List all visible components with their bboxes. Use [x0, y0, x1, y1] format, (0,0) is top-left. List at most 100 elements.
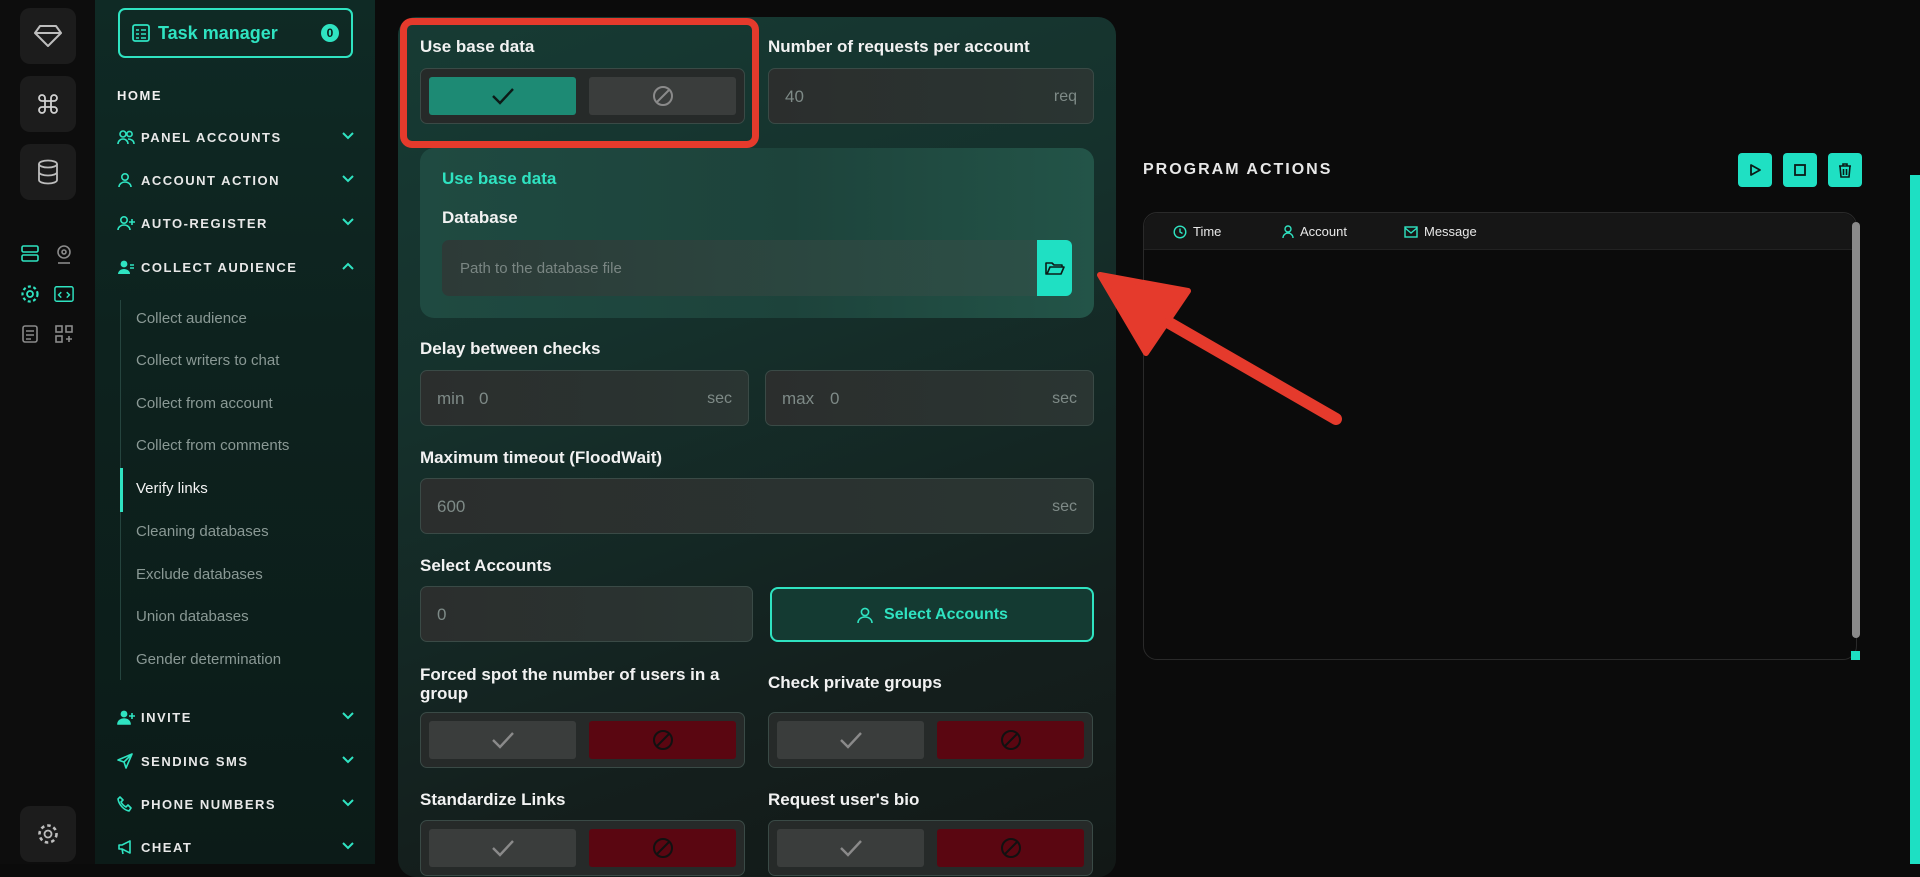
selected-accounts-count: 0 — [437, 605, 447, 624]
delay-max-value: 0 — [830, 389, 840, 408]
user-icon — [857, 607, 873, 623]
gear-icon — [38, 824, 58, 844]
sub-collect-from-account[interactable]: Collect from account — [136, 395, 273, 415]
check-icon — [839, 840, 862, 857]
sub-collect-writers[interactable]: Collect writers to chat — [136, 352, 279, 372]
settings-cog-icon[interactable] — [20, 284, 40, 304]
log-column-label: Account — [1300, 224, 1347, 239]
request-bio-label: Request user's bio — [768, 790, 920, 809]
stop-icon — [1794, 164, 1806, 176]
active-indicator — [120, 468, 123, 512]
toggle-on-button[interactable] — [777, 721, 924, 759]
nav-section-label: SENDING SMS — [141, 753, 249, 769]
timeout-unit: sec — [1052, 498, 1077, 515]
toggle-off-button[interactable] — [937, 721, 1084, 759]
ban-icon — [1000, 730, 1021, 750]
annotation-highlight-box — [400, 18, 759, 148]
database-path-field[interactable]: Path to the database file — [442, 240, 1072, 296]
nav-cheat[interactable]: CHEAT — [117, 836, 355, 858]
right-edge-scrollbar[interactable] — [1910, 175, 1920, 864]
request-bio-toggle[interactable] — [768, 820, 1093, 876]
timeout-label: Maximum timeout (FloodWait) — [420, 448, 663, 467]
users-icon — [117, 128, 135, 146]
nav-auto-register[interactable]: AUTO-REGISTER — [117, 212, 355, 234]
resize-handle-icon[interactable] — [1851, 651, 1860, 660]
chevron-down-icon — [342, 712, 354, 720]
log-column-label: Message — [1424, 224, 1477, 239]
start-button[interactable] — [1738, 153, 1772, 187]
nav-section-label: CHEAT — [141, 839, 193, 855]
log-column-label: Time — [1193, 224, 1222, 239]
forced-spot-toggle[interactable] — [420, 712, 745, 768]
rail-button-commands[interactable] — [20, 76, 76, 132]
chevron-down-icon — [342, 175, 354, 183]
standardize-links-toggle[interactable] — [420, 820, 745, 876]
browse-folder-button[interactable] — [1037, 240, 1072, 296]
annotation-arrow-icon — [1097, 272, 1342, 425]
toggle-off-button[interactable] — [589, 829, 736, 867]
folder-open-icon — [1044, 262, 1065, 275]
code-window-icon[interactable] — [54, 284, 74, 304]
log-column-message: Message — [1404, 224, 1477, 239]
select-accounts-button[interactable]: Select Accounts — [770, 587, 1094, 642]
sub-exclude-databases[interactable]: Exclude databases — [136, 566, 263, 586]
server-list-icon[interactable] — [20, 244, 40, 264]
sub-verify-links[interactable]: Verify links — [136, 480, 208, 500]
clear-log-button[interactable] — [1828, 153, 1862, 187]
sub-collect-from-comments[interactable]: Collect from comments — [136, 437, 289, 457]
requests-per-account-field[interactable]: 40 req — [768, 68, 1094, 124]
nav-invite[interactable]: INVITE — [117, 706, 355, 728]
nav-panel-accounts[interactable]: PANEL ACCOUNTS — [117, 126, 355, 148]
nav-account-action[interactable]: ACCOUNT ACTION — [117, 169, 355, 191]
rail-button-database[interactable] — [20, 144, 76, 200]
play-icon — [1750, 164, 1761, 176]
webcam-icon[interactable] — [54, 244, 74, 264]
delay-min-field[interactable]: min 0 sec — [420, 370, 749, 426]
task-list-icon — [132, 24, 150, 42]
nav-sending-sms[interactable]: SENDING SMS — [117, 750, 355, 772]
clock-icon — [1173, 224, 1187, 239]
nav-section-label: INVITE — [141, 709, 192, 725]
base-data-card-title: Use base data — [442, 169, 557, 188]
apps-icon[interactable] — [54, 324, 74, 344]
timeout-field[interactable]: 600 sec — [420, 478, 1094, 534]
database-icon — [38, 159, 58, 185]
requests-value: 40 — [785, 87, 804, 106]
toggle-on-button[interactable] — [429, 721, 576, 759]
toggle-on-button[interactable] — [777, 829, 924, 867]
delay-max-prefix: max — [782, 389, 815, 408]
phone-icon — [117, 795, 135, 813]
sub-collect-audience[interactable]: Collect audience — [136, 310, 247, 330]
chevron-down-icon — [342, 132, 354, 140]
task-manager-button[interactable]: Task manager 0 — [118, 8, 353, 58]
rail-button-premium[interactable] — [20, 8, 76, 64]
toggle-on-button[interactable] — [429, 829, 576, 867]
delay-label: Delay between checks — [420, 339, 601, 358]
nav-home[interactable]: HOME — [117, 88, 162, 103]
stop-button[interactable] — [1783, 153, 1817, 187]
program-actions-title: PROGRAM ACTIONS — [1143, 161, 1333, 178]
nav-collect-audience[interactable]: COLLECT AUDIENCE — [117, 256, 355, 278]
document-list-icon[interactable] — [20, 324, 40, 344]
toggle-off-button[interactable] — [937, 829, 1084, 867]
sub-gender-determination[interactable]: Gender determination — [136, 651, 281, 671]
requests-per-account-label: Number of requests per account — [768, 37, 1030, 56]
nav-section-label: PHONE NUMBERS — [141, 796, 277, 812]
timeout-value: 600 — [437, 497, 466, 516]
selected-accounts-count-field: 0 — [420, 586, 753, 642]
database-label: Database — [442, 208, 518, 227]
check-private-groups-toggle[interactable] — [768, 712, 1093, 768]
sub-union-databases[interactable]: Union databases — [136, 608, 249, 628]
toggle-off-button[interactable] — [589, 721, 736, 759]
audience-icon — [117, 258, 135, 276]
chevron-down-icon — [342, 756, 354, 764]
task-manager-label: Task manager — [158, 22, 278, 43]
delay-max-field[interactable]: max 0 sec — [765, 370, 1094, 426]
diamond-icon — [34, 25, 62, 47]
sub-cleaning-databases[interactable]: Cleaning databases — [136, 523, 269, 543]
ban-icon — [652, 730, 673, 750]
nav-section-label: COLLECT AUDIENCE — [141, 259, 298, 275]
rail-button-settings[interactable] — [20, 806, 76, 862]
nav-phone-numbers[interactable]: PHONE NUMBERS — [117, 793, 355, 815]
log-scrollbar[interactable] — [1852, 222, 1860, 638]
